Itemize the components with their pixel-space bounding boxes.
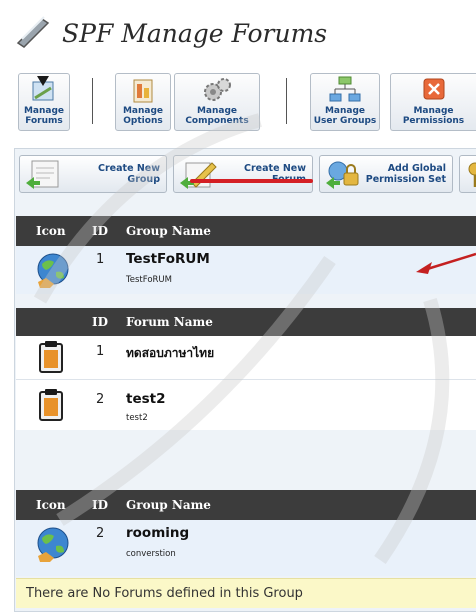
- button-label: Group: [127, 174, 160, 185]
- button-label: Create New: [98, 163, 160, 174]
- group-name: TestFoRUM: [126, 251, 210, 267]
- column-header-group-name: Group Name: [126, 498, 211, 512]
- permission-set-icon: [326, 161, 359, 189]
- manage-components-button[interactable]: Manage Components: [174, 73, 260, 131]
- manage-user-groups-button[interactable]: Manage User Groups: [310, 73, 380, 131]
- key-icon: [468, 162, 476, 187]
- group-name: rooming: [126, 525, 190, 541]
- group-table-header: Icon ID Group Name: [16, 216, 476, 246]
- button-label: Create New: [244, 163, 306, 174]
- manage-forums-button[interactable]: Manage Forums: [18, 73, 70, 131]
- toolbar-label: User Groups: [313, 116, 377, 126]
- create-group-button[interactable]: Create New Group: [19, 155, 167, 193]
- permissions-icon: [423, 78, 444, 100]
- create-group-icon: [26, 160, 59, 189]
- create-forum-icon: [180, 162, 217, 189]
- no-forums-notice: There are No Forums defined in this Grou…: [16, 578, 476, 608]
- toolbar-label: Permissions: [402, 116, 465, 126]
- button-label: Permission Set: [365, 174, 446, 185]
- create-forum-button[interactable]: Create NewForum: [173, 155, 313, 193]
- highlight-underline: [190, 179, 313, 183]
- toolbar-label: Manage: [23, 106, 65, 116]
- forum-id: 1: [96, 344, 105, 359]
- forum-description: test2: [126, 413, 148, 423]
- group-id: 1: [96, 252, 105, 267]
- forum-table-header: ID Forum Name: [16, 308, 476, 336]
- toolbar-label: Components: [185, 116, 249, 126]
- add-global-permission-set-button[interactable]: Add Global Permission Set: [319, 155, 453, 193]
- page-title: SPF Manage Forums: [62, 18, 328, 48]
- clipboard-icon: [39, 341, 63, 373]
- main-toolbar: Manage Forums Manage Options Manage Compone…: [14, 68, 476, 140]
- toolbar-divider: [286, 78, 287, 124]
- page-header: SPF Manage Forums: [14, 8, 476, 58]
- user-groups-icon: [329, 76, 361, 102]
- column-header-id: ID: [92, 498, 109, 512]
- gears-icon: [204, 78, 231, 101]
- forums-icon: [32, 76, 54, 101]
- more-actions-button[interactable]: [459, 155, 476, 193]
- column-header-forum-name: Forum Name: [126, 315, 213, 329]
- toolbar-divider: [92, 78, 93, 124]
- forum-name: test2: [126, 391, 166, 407]
- toolbar-label: Manage: [196, 106, 238, 116]
- forum-row[interactable]: 2 test2 test2: [16, 380, 476, 430]
- group-description: converstion: [126, 549, 176, 559]
- options-icon: [133, 79, 153, 103]
- button-label: Add Global: [387, 163, 446, 174]
- forum-row[interactable]: 1 ทดสอบภาษาไทย: [16, 336, 476, 380]
- forum-name: ทดสอบภาษาไทย: [126, 346, 215, 360]
- wrench-icon: [16, 16, 50, 48]
- toolbar-label: Options: [123, 116, 163, 126]
- column-header-id: ID: [92, 315, 109, 329]
- group-id: 2: [96, 526, 105, 541]
- manage-permissions-button[interactable]: Manage Permissions: [390, 73, 476, 131]
- arrow-annotation: [416, 252, 476, 274]
- group-globe-icon: [37, 527, 69, 562]
- group-row[interactable]: 1 TestFoRUM TestFoRUM: [16, 246, 476, 294]
- toolbar-label: Manage: [413, 106, 454, 116]
- group-description: TestFoRUM: [126, 275, 172, 285]
- column-header-id: ID: [92, 224, 109, 238]
- toolbar-label: Forums: [25, 116, 63, 126]
- toolbar-label: Manage: [122, 106, 164, 116]
- manage-options-button[interactable]: Manage Options: [115, 73, 171, 131]
- toolbar-label: Manage: [324, 106, 366, 116]
- group-row[interactable]: 2 rooming converstion: [16, 520, 476, 576]
- clipboard-icon: [39, 389, 63, 421]
- column-header-group-name: Group Name: [126, 224, 211, 238]
- forum-id: 2: [96, 392, 105, 407]
- column-header-icon: Icon: [36, 498, 66, 512]
- column-header-icon: Icon: [36, 224, 66, 238]
- group-globe-icon: [37, 253, 69, 288]
- group-table-header: Icon ID Group Name: [16, 490, 476, 520]
